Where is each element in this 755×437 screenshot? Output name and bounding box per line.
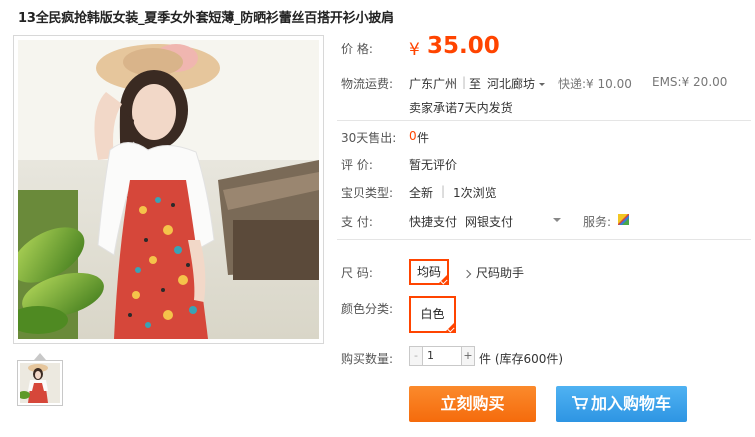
sales-unit: 件	[417, 131, 430, 145]
color-option-label: 白色	[420, 307, 445, 321]
price-value: 35.00	[427, 33, 500, 59]
size-label: 尺 码:	[341, 266, 373, 280]
quantity-input[interactable]	[423, 347, 466, 365]
size-helper-link[interactable]: 尺码助手	[462, 264, 525, 281]
payment-method-quick: 快捷支付	[409, 215, 458, 229]
buy-now-button[interactable]: 立刻购买	[409, 386, 536, 422]
color-label: 颜色分类:	[341, 302, 394, 316]
thumbnail-pointer	[34, 353, 46, 360]
chevron-right-icon	[462, 269, 472, 278]
service-guarantee-icon[interactable]	[618, 214, 629, 225]
item-type-separator: |	[441, 184, 446, 198]
quantity-stepper: - +	[409, 346, 475, 366]
thumbnail-photo-illustration	[20, 363, 60, 403]
thumbnail-image[interactable]	[17, 360, 63, 406]
shipping-destination: 河北廊坊	[487, 77, 536, 91]
chevron-down-icon[interactable]	[553, 218, 561, 222]
payment-method-bank: 网银支付	[465, 215, 514, 229]
quantity-label: 购买数量:	[341, 352, 394, 366]
shipping-label: 物流运费:	[341, 77, 394, 91]
sales-label: 30天售出:	[341, 131, 397, 145]
sales-count: 0	[409, 129, 417, 143]
item-type-label: 宝贝类型:	[341, 186, 394, 200]
cart-icon	[571, 396, 588, 410]
shipping-promise: 卖家承诺7天内发货	[409, 101, 513, 115]
price-currency: ¥	[409, 40, 420, 60]
stock-info: 件 (库存600件)	[479, 352, 564, 366]
product-photo-illustration	[18, 40, 319, 339]
add-to-cart-label: 加入购物车	[590, 394, 671, 413]
shipping-from: 广东广州	[409, 77, 458, 91]
product-title: 13全民疯抢韩版女装_夏季女外套短薄_防晒衫蕾丝百搭开衫小披肩	[18, 11, 394, 26]
shipping-ems-fee: EMS:¥ 20.00	[652, 75, 728, 89]
divider	[337, 120, 751, 121]
shipping-to-prefix: 至	[469, 77, 482, 91]
size-helper-label: 尺码助手	[476, 266, 525, 280]
quantity-increase-button[interactable]: +	[461, 347, 474, 365]
payment-label: 支 付:	[341, 215, 373, 229]
review-value[interactable]: 暂无评价	[409, 156, 457, 173]
item-condition: 全新	[409, 186, 434, 200]
shipping-separator: |	[462, 75, 467, 89]
size-option-selected[interactable]: 均码	[409, 259, 449, 285]
chevron-down-icon	[539, 83, 546, 86]
review-label: 评 价:	[341, 158, 373, 172]
shipping-express-fee: 快递:¥ 10.00	[558, 77, 632, 91]
add-to-cart-button[interactable]: 加入购物车	[556, 386, 687, 422]
item-views: 1次浏览	[453, 186, 497, 200]
buy-now-label: 立刻购买	[440, 394, 505, 413]
color-option-selected[interactable]: 白色	[409, 296, 456, 333]
shipping-destination-select[interactable]: 河北廊坊	[487, 75, 546, 92]
price-label: 价 格:	[341, 42, 373, 56]
divider	[337, 239, 751, 240]
main-product-image[interactable]	[13, 35, 324, 344]
service-label: 服务:	[583, 215, 612, 229]
quantity-decrease-button[interactable]: -	[410, 347, 423, 365]
